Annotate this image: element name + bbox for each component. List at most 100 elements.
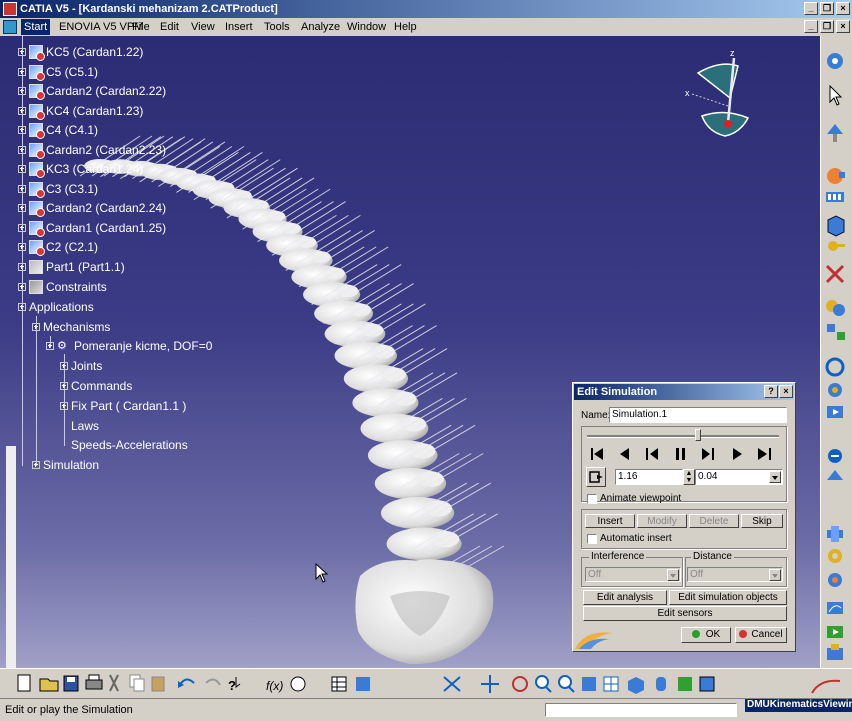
key-icon[interactable] [828, 241, 845, 251]
select-arrow-icon[interactable] [829, 84, 843, 106]
menu-start[interactable]: Start [21, 19, 51, 35]
tree-node-fix-part[interactable]: Fix Part ( Cardan1.1 ) [60, 399, 186, 413]
iso-view-icon[interactable] [628, 677, 644, 694]
collapse-icon[interactable] [46, 342, 54, 350]
assembly-icon[interactable] [827, 644, 843, 660]
simulation-icon[interactable] [827, 168, 845, 184]
menu-help[interactable]: Help [394, 21, 417, 33]
formula-icon[interactable]: f(x) [266, 679, 283, 693]
zoom-out-icon[interactable] [558, 675, 575, 693]
step-size-select[interactable]: 0.04 [695, 469, 783, 485]
tree-node-laws[interactable]: Laws [60, 419, 99, 433]
specification-tree[interactable]: KC5 (Cardan1.22) C5 (C5.1) Cardan2 (Card… [0, 36, 300, 636]
tree-node-kc3[interactable]: KC3 (Cardan1.24) [18, 162, 143, 178]
play-forward-icon[interactable] [698, 445, 720, 463]
law-icon[interactable] [827, 602, 843, 614]
table-icon[interactable] [331, 676, 347, 692]
expand-icon[interactable] [18, 87, 26, 95]
swap-visible-icon[interactable] [699, 676, 715, 692]
simulation-slider-track[interactable] [587, 435, 779, 438]
doc-minimize-button[interactable]: _ [804, 20, 818, 33]
step-value-input[interactable]: 1.16 [615, 469, 683, 485]
whats-this-icon[interactable]: ? [228, 677, 241, 693]
shading-icon[interactable] [656, 677, 666, 691]
cut-icon[interactable] [109, 674, 119, 692]
speed-icon[interactable] [827, 470, 843, 480]
tree-node-constraints[interactable]: Constraints [18, 280, 107, 294]
expand-icon[interactable] [18, 185, 26, 193]
edit-analysis-button[interactable]: Edit analysis [583, 590, 667, 605]
dialog-close-button[interactable]: × [779, 385, 793, 398]
expand-icon[interactable] [32, 461, 40, 469]
step-back-icon[interactable] [614, 445, 636, 463]
expand-icon[interactable] [18, 224, 26, 232]
expand-icon[interactable] [60, 402, 68, 410]
tree-scrollbar[interactable] [6, 446, 16, 668]
expand-icon[interactable] [18, 68, 26, 76]
save-icon[interactable] [63, 675, 79, 692]
tree-node-simulation[interactable]: Simulation [32, 458, 99, 472]
workbench-toolbar-title[interactable]: DMUKinematicsViewing [745, 699, 852, 712]
multi-view-icon[interactable] [603, 676, 619, 692]
tree-node-part1[interactable]: Part1 (Part1.1) [18, 260, 125, 274]
menu-tools[interactable]: Tools [264, 21, 290, 33]
hide-show-icon[interactable] [678, 677, 692, 691]
cancel-button[interactable]: Cancel [735, 627, 787, 643]
expand-icon[interactable] [18, 107, 26, 115]
document-icon[interactable] [3, 20, 17, 34]
cube-icon[interactable] [827, 215, 845, 237]
ball-joint-icon[interactable] [828, 573, 842, 587]
compass-icon[interactable]: x z [680, 48, 760, 148]
clash-icon[interactable] [826, 300, 845, 316]
tree-node-kc5[interactable]: KC5 (Cardan1.22) [18, 45, 143, 61]
tree-node-c5[interactable]: C5 (C5.1) [18, 65, 98, 81]
delete-button[interactable]: Delete [689, 514, 739, 528]
insert-button[interactable]: Insert [585, 514, 635, 528]
compass-tool-icon[interactable] [827, 124, 843, 142]
edit-sensors-button[interactable]: Edit sensors [583, 606, 787, 621]
expand-icon[interactable] [18, 165, 26, 173]
tools-icon[interactable] [825, 264, 845, 284]
menu-insert[interactable]: Insert [225, 21, 253, 33]
menu-edit[interactable]: Edit [160, 21, 179, 33]
joint-icon[interactable] [827, 526, 843, 542]
chevron-down-icon[interactable] [769, 569, 781, 581]
catalog-icon[interactable] [356, 677, 370, 691]
expand-icon[interactable] [18, 126, 26, 134]
tree-node-applications[interactable]: Applications [18, 300, 94, 314]
fit-all-icon[interactable] [443, 676, 461, 692]
animate-viewpoint-checkbox[interactable] [587, 494, 597, 504]
edit-simulation-dialog[interactable]: Edit Simulation ? × Name: Simulation.1 1… [572, 382, 796, 652]
window-titlebar[interactable]: CATIA V5 - [Kardanski mehanizam 2.CATPro… [0, 0, 852, 18]
simulation-slider-thumb[interactable] [694, 429, 701, 441]
tree-node-commands[interactable]: Commands [60, 379, 132, 393]
menu-analyze[interactable]: Analyze [301, 21, 340, 33]
dialog-titlebar[interactable]: Edit Simulation ? × [574, 384, 794, 400]
swept-volume-icon[interactable] [825, 357, 845, 377]
collapse-icon[interactable] [18, 303, 26, 311]
expand-icon[interactable] [60, 382, 68, 390]
rotate-icon[interactable] [512, 676, 528, 692]
print-icon[interactable] [85, 674, 103, 690]
expand-icon[interactable] [18, 146, 26, 154]
step-forward-icon[interactable] [726, 445, 748, 463]
menu-window[interactable]: Window [347, 21, 386, 33]
normal-view-icon[interactable] [582, 677, 596, 691]
gear-icon[interactable] [828, 549, 842, 563]
edit-simulation-objects-button[interactable]: Edit simulation objects [669, 590, 787, 605]
distance-select[interactable]: Off [687, 567, 783, 582]
zoom-in-icon[interactable] [535, 675, 552, 693]
tree-node-c2[interactable]: C2 (C2.1) [18, 240, 98, 256]
tree-node-cardan2-24[interactable]: Cardan2 (Cardan2.24) [18, 201, 166, 217]
sensor-icon[interactable] [827, 53, 843, 69]
menu-enovia[interactable]: ENOVIA V5 VPM [59, 21, 143, 33]
minimize-button[interactable]: _ [804, 2, 818, 15]
expand-icon[interactable] [60, 362, 68, 370]
export-icon[interactable] [827, 626, 843, 638]
close-button[interactable]: × [836, 2, 850, 15]
open-file-icon[interactable] [39, 678, 59, 692]
interference-select[interactable]: Off [585, 567, 681, 582]
dialog-help-button[interactable]: ? [764, 385, 778, 398]
tree-node-c4[interactable]: C4 (C4.1) [18, 123, 98, 139]
paste-icon[interactable] [151, 676, 165, 692]
